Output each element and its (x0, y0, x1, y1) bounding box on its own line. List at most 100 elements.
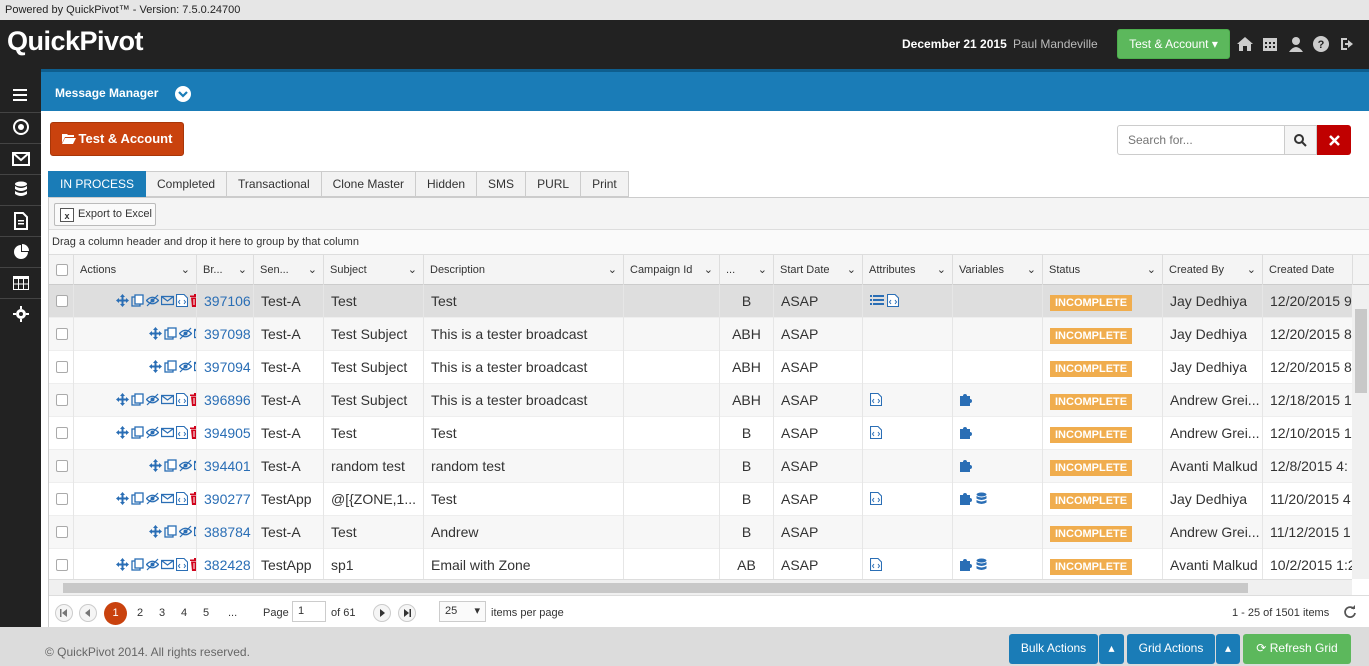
preview-icon[interactable] (179, 525, 192, 539)
tab-sms[interactable]: SMS (477, 171, 527, 197)
database-icon[interactable] (976, 558, 987, 571)
html-file-icon[interactable] (176, 393, 188, 407)
broadcast-id-value[interactable]: 397106 (204, 293, 251, 309)
account-dropdown-button[interactable]: Test & Account ▾ (1117, 29, 1230, 59)
preview-icon[interactable] (146, 393, 159, 407)
clear-search-button[interactable] (1317, 125, 1351, 155)
column-menu-icon[interactable]: ⌄ (1027, 255, 1036, 285)
html-file-icon[interactable] (176, 558, 188, 572)
select-all-checkbox[interactable] (56, 264, 68, 276)
tab-hidden[interactable]: Hidden (416, 171, 478, 197)
document-icon[interactable] (0, 206, 41, 236)
column-menu-icon[interactable]: ⌄ (1147, 255, 1156, 285)
broadcast-id-value[interactable]: 390277 (204, 491, 251, 507)
column-header-broadcast-id[interactable]: Br... ⌄ (197, 255, 254, 285)
copy-icon[interactable] (131, 492, 144, 506)
more-pages-button[interactable]: ... (228, 604, 237, 622)
logout-icon[interactable] (1338, 35, 1356, 53)
preview-icon[interactable] (146, 294, 159, 308)
copy-icon[interactable] (164, 525, 177, 539)
send-email-icon[interactable] (161, 393, 174, 407)
move-icon[interactable] (149, 525, 162, 539)
tab-transactional[interactable]: Transactional (227, 171, 322, 197)
column-header-sender[interactable]: Sen... ⌄ (254, 255, 324, 285)
row-checkbox[interactable] (56, 328, 68, 340)
refresh-icon[interactable] (1343, 605, 1357, 619)
table-row[interactable]: 388784 Test-A Test Andrew B ASAP INCOMPLETE And… (49, 516, 1352, 549)
chevron-down-icon[interactable] (175, 86, 191, 102)
copy-icon[interactable] (131, 294, 144, 308)
row-checkbox[interactable] (56, 460, 68, 472)
broadcast-id-value[interactable]: 388784 (204, 524, 251, 540)
row-checkbox[interactable] (56, 427, 68, 439)
column-header-subject[interactable]: Subject ⌄ (324, 255, 424, 285)
envelope-icon[interactable] (0, 144, 41, 174)
tab-purl[interactable]: PURL (526, 171, 582, 197)
column-header-attributes[interactable]: Attributes ⌄ (863, 255, 953, 285)
target-icon[interactable] (0, 112, 41, 142)
delete-icon[interactable] (190, 492, 196, 506)
table-row[interactable]: 396896 Test-A Test Subject This is a tester… (49, 384, 1352, 417)
tab-clone-master[interactable]: Clone Master (321, 171, 417, 197)
home-icon[interactable] (1236, 35, 1254, 53)
gear-icon[interactable] (0, 299, 41, 329)
export-to-excel-button[interactable]: x Export to Excel (54, 203, 156, 226)
move-icon[interactable] (116, 426, 129, 440)
calendar-icon[interactable] (1261, 35, 1279, 53)
move-icon[interactable] (116, 294, 129, 308)
grid-actions-button[interactable]: Grid Actions (1127, 634, 1215, 664)
broadcast-id-value[interactable]: 397094 (204, 359, 251, 375)
search-input[interactable] (1117, 125, 1285, 155)
page-5-button[interactable]: 5 (203, 604, 209, 622)
html-file-icon[interactable] (870, 558, 882, 571)
table-row[interactable]: 394401 Test-A random test random test B ASAP I… (49, 450, 1352, 483)
column-header-campaign-id[interactable]: Campaign Id ⌄ (624, 255, 720, 285)
move-icon[interactable] (116, 558, 129, 572)
list-icon[interactable] (870, 294, 884, 307)
copy-icon[interactable] (131, 426, 144, 440)
table-icon[interactable] (0, 268, 41, 298)
send-email-icon[interactable] (161, 492, 174, 506)
column-header-select[interactable] (49, 255, 74, 285)
html-file-icon[interactable] (870, 492, 882, 505)
row-checkbox[interactable] (56, 394, 68, 406)
preview-icon[interactable] (179, 459, 192, 473)
html-file-icon[interactable] (176, 426, 188, 440)
preview-icon[interactable] (146, 492, 159, 506)
copy-icon[interactable] (131, 393, 144, 407)
database-icon[interactable] (0, 175, 41, 205)
html-file-icon[interactable] (176, 492, 188, 506)
column-menu-icon[interactable]: ⌄ (181, 255, 190, 285)
column-menu-icon[interactable]: ⌄ (238, 255, 247, 285)
broadcast-id-value[interactable]: 394401 (204, 458, 251, 474)
column-header-start-date[interactable]: Start Date ⌄ (774, 255, 863, 285)
table-row[interactable]: 382428 TestApp sp1 Email with Zone AB ASAP INC… (49, 549, 1352, 579)
refresh-grid-button[interactable]: ⟳ Refresh Grid (1243, 634, 1351, 664)
move-icon[interactable] (149, 327, 162, 341)
broadcast-id-value[interactable]: 382428 (204, 557, 251, 573)
html-file-icon[interactable] (870, 393, 882, 406)
html-file-icon[interactable] (887, 294, 899, 307)
delete-icon[interactable] (190, 393, 196, 407)
column-header-segment[interactable]: ... ⌄ (720, 255, 774, 285)
delete-icon[interactable] (190, 558, 196, 572)
column-header-variables[interactable]: Variables ⌄ (953, 255, 1043, 285)
column-header-actions[interactable]: Actions ⌄ (74, 255, 197, 285)
move-icon[interactable] (116, 393, 129, 407)
puzzle-icon[interactable] (960, 459, 973, 472)
preview-icon[interactable] (179, 327, 192, 341)
project-button[interactable]: Test & Account (50, 122, 184, 156)
group-drop-zone[interactable]: Drag a column header and drop it here to… (49, 230, 1369, 255)
page-1-button[interactable]: 1 (104, 602, 127, 625)
send-email-icon[interactable] (161, 294, 174, 308)
row-checkbox[interactable] (56, 526, 68, 538)
column-header-created-by[interactable]: Created By ⌄ (1163, 255, 1263, 285)
send-email-icon[interactable] (161, 426, 174, 440)
pie-chart-icon[interactable] (0, 237, 41, 267)
broadcast-id-value[interactable]: 394905 (204, 425, 251, 441)
delete-icon[interactable] (190, 426, 196, 440)
horizontal-scrollbar[interactable] (49, 579, 1352, 595)
broadcast-id-value[interactable]: 396896 (204, 392, 251, 408)
html-file-icon[interactable] (176, 294, 188, 308)
page-3-button[interactable]: 3 (159, 604, 165, 622)
